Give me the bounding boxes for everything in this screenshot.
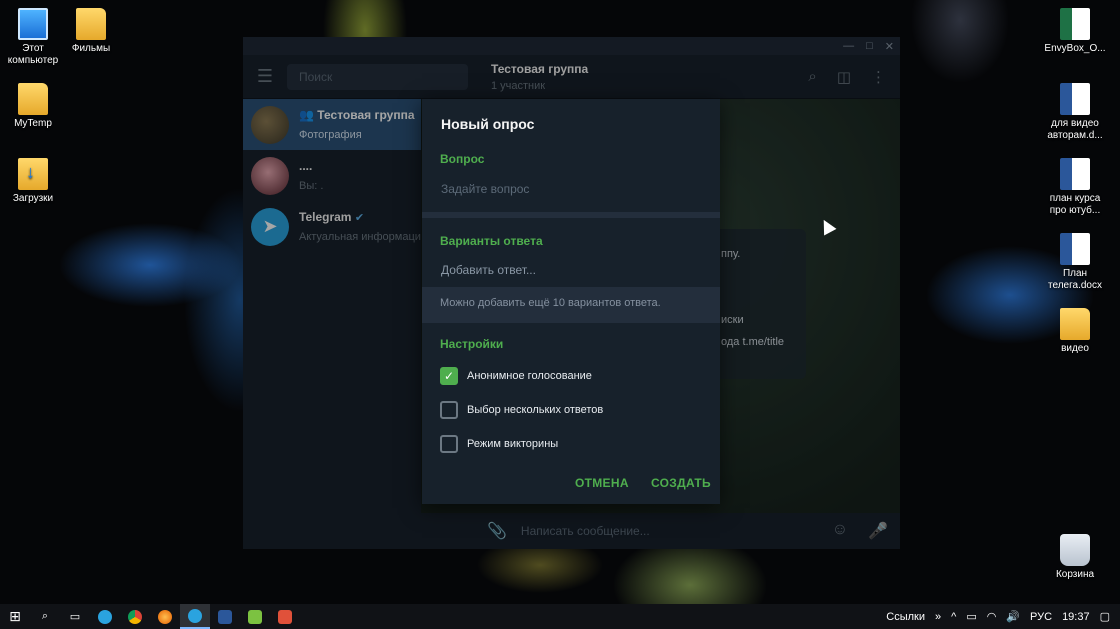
desktop-icon-label: EnvyBox_O... (1044, 43, 1106, 54)
search-icon[interactable]: ⌕ (30, 604, 60, 629)
option-label: Режим викторины (467, 438, 559, 450)
option-label: Выбор нескольких ответов (467, 404, 604, 416)
desktop-icon-label: для видео авторам.d... (1047, 118, 1103, 141)
desktop-icon-video-authors[interactable]: для видео авторам.d... (1042, 83, 1108, 142)
chrome-taskbar-icon[interactable] (120, 604, 150, 629)
word-file-icon (1060, 233, 1090, 265)
desktop-icon-course-plan[interactable]: план курса про ютуб... (1042, 158, 1108, 217)
volume-icon[interactable]: 🔊 (1006, 610, 1020, 623)
task-view-icon[interactable]: ▭ (60, 604, 90, 629)
downloads-folder-icon (18, 158, 48, 190)
red-app-taskbar-icon[interactable] (270, 604, 300, 629)
show-hidden-icons-icon[interactable]: ^ (951, 611, 956, 623)
chevron-icon[interactable]: » (935, 611, 941, 623)
computer-icon (18, 8, 48, 40)
network-icon[interactable]: ◠ (987, 610, 997, 623)
answers-section-label: Варианты ответа (440, 234, 543, 248)
divider (422, 212, 720, 218)
question-input[interactable]: Задайте вопрос (441, 182, 529, 196)
telegram-active-taskbar-icon[interactable] (180, 604, 210, 629)
question-section-label: Вопрос (440, 152, 485, 166)
folder-icon (18, 83, 48, 115)
word-taskbar-icon[interactable] (210, 604, 240, 629)
battery-icon[interactable]: ▭ (966, 610, 976, 623)
start-icon[interactable]: ⊞ (0, 604, 30, 629)
telegram-taskbar-icon[interactable] (90, 604, 120, 629)
desktop-icon-label: Корзина (1055, 569, 1095, 580)
links-toolbar[interactable]: Ссылки (886, 611, 925, 623)
option-anonymous[interactable]: ✓ Анонимное голосование (440, 367, 592, 385)
settings-section-label: Настройки (440, 337, 504, 351)
checkbox-unchecked-icon[interactable] (440, 435, 458, 453)
desktop-icon-label: Этот компьютер (7, 43, 59, 66)
desktop-icon-envybox[interactable]: EnvyBox_O... (1042, 8, 1108, 55)
excel-file-icon (1060, 8, 1090, 40)
notifications-icon[interactable]: ▢ (1100, 610, 1110, 623)
taskbar: ⊞ ⌕ ▭ Ссылки » ^ ▭ ◠ 🔊 РУС 19:37 ▢ (0, 604, 1120, 629)
folder-icon (1060, 308, 1090, 340)
desktop-icon-label: Фильмы (71, 43, 111, 54)
checkbox-checked-icon[interactable]: ✓ (440, 367, 458, 385)
create-button[interactable]: СОЗДАТЬ (651, 476, 711, 490)
desktop-icon-films[interactable]: Фильмы (58, 8, 124, 55)
desktop-icon-label: план курса про ютуб... (1049, 193, 1101, 216)
language-indicator[interactable]: РУС (1030, 611, 1052, 623)
desktop-icon-mytemp[interactable]: MyTemp (0, 83, 66, 130)
cancel-button[interactable]: ОТМЕНА (575, 476, 629, 490)
word-file-icon (1060, 83, 1090, 115)
desktop-icon-computer[interactable]: Этот компьютер (0, 8, 66, 67)
green-app-taskbar-icon[interactable] (240, 604, 270, 629)
desktop-icon-downloads[interactable]: Загрузки (0, 158, 66, 205)
desktop-icon-video-folder[interactable]: видео (1042, 308, 1108, 355)
option-multiple-answers[interactable]: Выбор нескольких ответов (440, 401, 603, 419)
desktop-icon-recycle-bin[interactable]: Корзина (1042, 534, 1108, 581)
desktop-icon-telega-plan[interactable]: План телега.docx (1042, 233, 1108, 292)
checkbox-unchecked-icon[interactable] (440, 401, 458, 419)
recycle-bin-icon (1060, 534, 1090, 566)
firefox-taskbar-icon[interactable] (150, 604, 180, 629)
word-file-icon (1060, 158, 1090, 190)
option-label: Анонимное голосование (467, 370, 592, 382)
new-poll-dialog: Новый опрос Вопрос Задайте вопрос Вариан… (422, 99, 720, 504)
desktop-icon-label: План телега.docx (1048, 268, 1102, 291)
clock[interactable]: 19:37 (1062, 611, 1090, 623)
option-quiz-mode[interactable]: Режим викторины (440, 435, 558, 453)
desktop-icon-label: Загрузки (12, 193, 54, 204)
system-tray: Ссылки » ^ ▭ ◠ 🔊 РУС 19:37 ▢ (886, 610, 1120, 624)
add-answer-input[interactable]: Добавить ответ... (441, 263, 536, 277)
answers-hint: Можно добавить ещё 10 вариантов ответа. (422, 287, 720, 323)
desktop-icon-label: видео (1061, 343, 1089, 354)
folder-icon (76, 8, 106, 40)
dialog-title: Новый опрос (441, 116, 535, 132)
desktop-icon-label: MyTemp (14, 118, 52, 129)
